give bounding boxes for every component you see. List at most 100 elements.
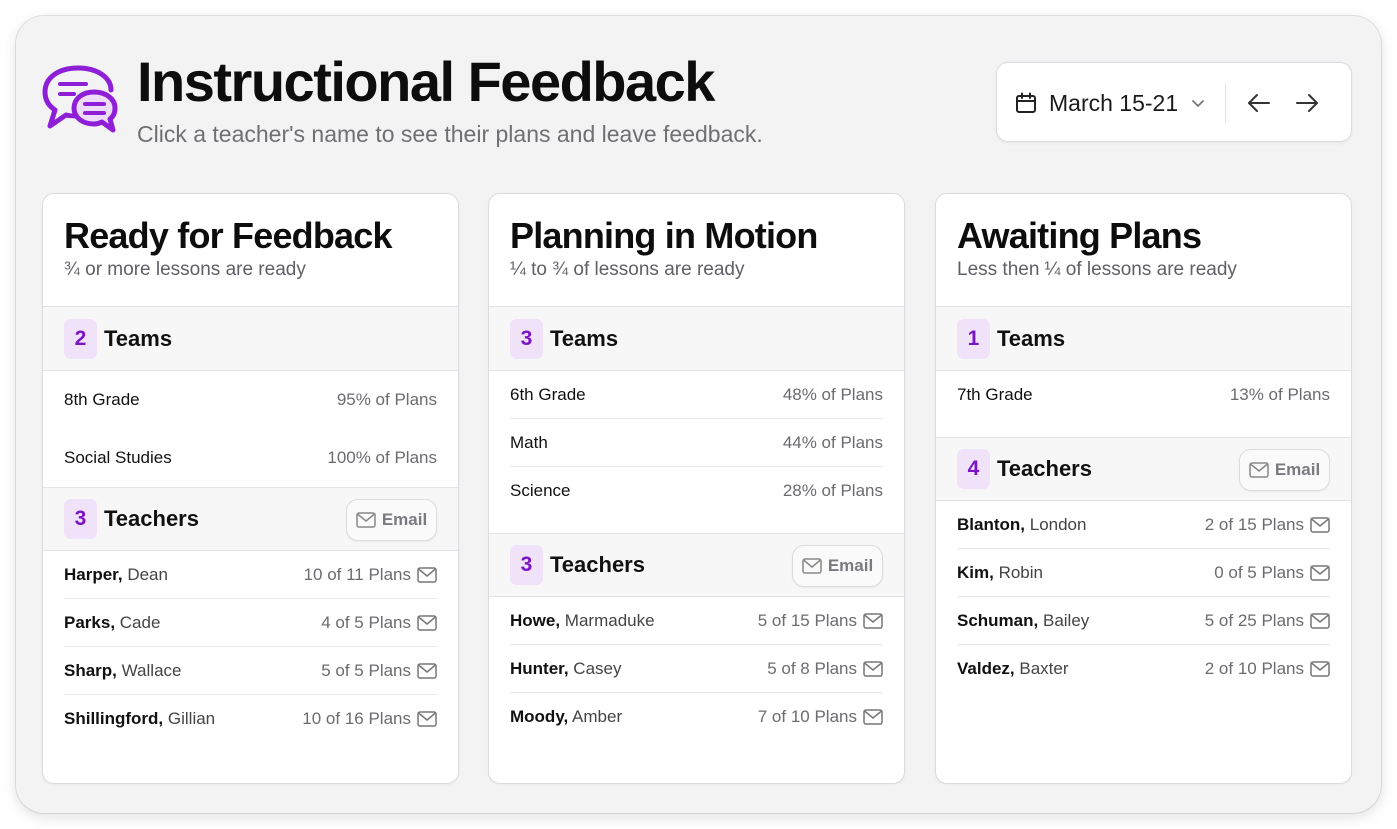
teacher-row: Schuman, Bailey 5 of 25 Plans [957, 597, 1330, 645]
email-button-label: Email [1274, 460, 1321, 479]
column-description: Less then ¼ of lessons are ready [957, 259, 1237, 280]
column-header: Ready for Feedback ¾ or more lessons are… [43, 194, 458, 307]
email-button-label: Email [381, 510, 428, 529]
teacher-plans: 5 of 25 Plans [1204, 610, 1304, 630]
teacher-row: Moody, Amber 7 of 10 Plans [510, 693, 883, 741]
section-label: Teams [550, 325, 619, 351]
divider [1225, 83, 1226, 123]
teacher-row: Valdez, Baxter 2 of 10 Plans [957, 645, 1330, 693]
mail-icon[interactable] [1310, 612, 1330, 629]
column-header: Planning in Motion ¼ to ¾ of lessons are… [489, 194, 904, 307]
teacher-row: Blanton, London 2 of 15 Plans [957, 501, 1330, 549]
teams-section-header: 2 Teams [43, 307, 458, 371]
arrow-right-icon[interactable] [1293, 89, 1321, 117]
section-label: Teams [997, 325, 1066, 351]
column-title: Planning in Motion [510, 215, 818, 256]
team-row[interactable]: Science 28% of Plans [510, 467, 883, 515]
count-badge: 1 [957, 318, 990, 359]
mail-icon[interactable] [1310, 564, 1330, 581]
teacher-row: Shillingford, Gillian 10 of 16 Plans [64, 695, 437, 743]
chat-bubbles-icon [42, 65, 118, 133]
team-name: 6th Grade [510, 384, 586, 404]
column-title: Ready for Feedback [64, 215, 393, 256]
team-progress: 13% of Plans [1229, 385, 1330, 404]
teacher-name[interactable]: Sharp, Wallace [64, 661, 181, 681]
team-progress: 44% of Plans [782, 432, 883, 452]
teacher-plans: 2 of 15 Plans [1204, 514, 1304, 534]
teams-list: 8th Grade 95% of Plans Social Studies 10… [43, 371, 458, 487]
team-progress: 100% of Plans [327, 448, 437, 467]
mail-icon[interactable] [417, 614, 437, 631]
teacher-plans: 0 of 5 Plans [1214, 562, 1304, 582]
mail-icon[interactable] [417, 711, 437, 727]
team-row[interactable]: 8th Grade 95% of Plans [64, 371, 437, 429]
email-all-button[interactable]: Email [1239, 449, 1330, 491]
teacher-plans: 2 of 10 Plans [1204, 659, 1304, 678]
email-all-button[interactable]: Email [346, 499, 437, 541]
teacher-name[interactable]: Hunter, Casey [510, 659, 621, 679]
teachers-list: Howe, Marmaduke 5 of 15 Plans Hunter, Ca… [489, 597, 904, 741]
column-ready-for-feedback: Ready for Feedback ¾ or more lessons are… [42, 193, 459, 784]
teacher-plans: 5 of 15 Plans [757, 610, 857, 630]
teacher-name[interactable]: Howe, Marmaduke [510, 611, 655, 631]
mail-icon [802, 558, 822, 574]
team-row[interactable]: 7th Grade 13% of Plans [957, 371, 1330, 419]
mail-icon[interactable] [1310, 661, 1330, 677]
team-name: Social Studies [64, 448, 172, 467]
email-button-label: Email [827, 556, 874, 575]
teacher-plans: 7 of 10 Plans [757, 707, 857, 726]
teacher-name[interactable]: Valdez, Baxter [957, 659, 1069, 679]
teacher-name[interactable]: Moody, Amber [510, 707, 622, 727]
column-planning-in-motion: Planning in Motion ¼ to ¾ of lessons are… [488, 193, 905, 784]
teacher-plans: 10 of 16 Plans [302, 709, 411, 728]
date-range-label: March 15-21 [1049, 89, 1179, 116]
mail-icon[interactable] [863, 660, 883, 677]
section-label: Teachers [104, 506, 199, 531]
teacher-name[interactable]: Harper, Dean [64, 565, 168, 585]
column-awaiting-plans: Awaiting Plans Less then ¼ of lessons ar… [935, 193, 1352, 784]
date-picker: March 15-21 [996, 62, 1352, 142]
team-name: Science [510, 481, 571, 500]
column-header: Awaiting Plans Less then ¼ of lessons ar… [936, 194, 1351, 307]
team-name: 7th Grade [957, 385, 1033, 404]
teacher-name[interactable]: Kim, Robin [957, 563, 1043, 583]
count-badge: 3 [64, 499, 97, 539]
section-label: Teachers [997, 456, 1092, 481]
teacher-row: Kim, Robin 0 of 5 Plans [957, 549, 1330, 597]
team-progress: 28% of Plans [782, 481, 883, 500]
mail-icon[interactable] [417, 566, 437, 583]
teacher-plans: 4 of 5 Plans [321, 612, 411, 632]
page-title: Instructional Feedback [137, 50, 715, 113]
column-description: ¾ or more lessons are ready [64, 259, 306, 280]
email-all-button[interactable]: Email [792, 545, 883, 587]
page-subtitle: Click a teacher's name to see their plan… [137, 121, 763, 147]
arrow-left-icon[interactable] [1245, 89, 1273, 117]
calendar-icon [1016, 92, 1036, 113]
count-badge: 3 [510, 318, 543, 359]
team-progress: 48% of Plans [782, 384, 883, 404]
mail-icon[interactable] [1310, 516, 1330, 533]
mail-icon[interactable] [863, 612, 883, 629]
teacher-name[interactable]: Blanton, London [957, 515, 1086, 535]
section-label: Teachers [550, 552, 645, 577]
date-range-select[interactable]: March 15-21 [1015, 87, 1206, 119]
chevron-down-icon [1192, 100, 1205, 107]
mail-icon[interactable] [417, 662, 437, 679]
team-name: Math [510, 432, 548, 452]
teacher-name[interactable]: Shillingford, Gillian [64, 709, 215, 729]
mail-icon[interactable] [863, 709, 883, 725]
column-description: ¼ to ¾ of lessons are ready [510, 259, 745, 280]
teachers-section-header: 3 Teachers Email [489, 533, 904, 597]
teacher-row: Howe, Marmaduke 5 of 15 Plans [510, 597, 883, 645]
team-row[interactable]: 6th Grade 48% of Plans [510, 371, 883, 419]
teacher-row: Hunter, Casey 5 of 8 Plans [510, 645, 883, 693]
teacher-name[interactable]: Schuman, Bailey [957, 611, 1089, 631]
teams-list: 7th Grade 13% of Plans [936, 371, 1351, 437]
team-row[interactable]: Math 44% of Plans [510, 419, 883, 467]
teacher-name[interactable]: Parks, Cade [64, 613, 160, 633]
team-row[interactable]: Social Studies 100% of Plans [64, 429, 437, 487]
count-badge: 3 [510, 545, 543, 585]
count-badge: 2 [64, 318, 97, 359]
section-label: Teams [104, 325, 173, 351]
mail-icon [356, 512, 376, 528]
